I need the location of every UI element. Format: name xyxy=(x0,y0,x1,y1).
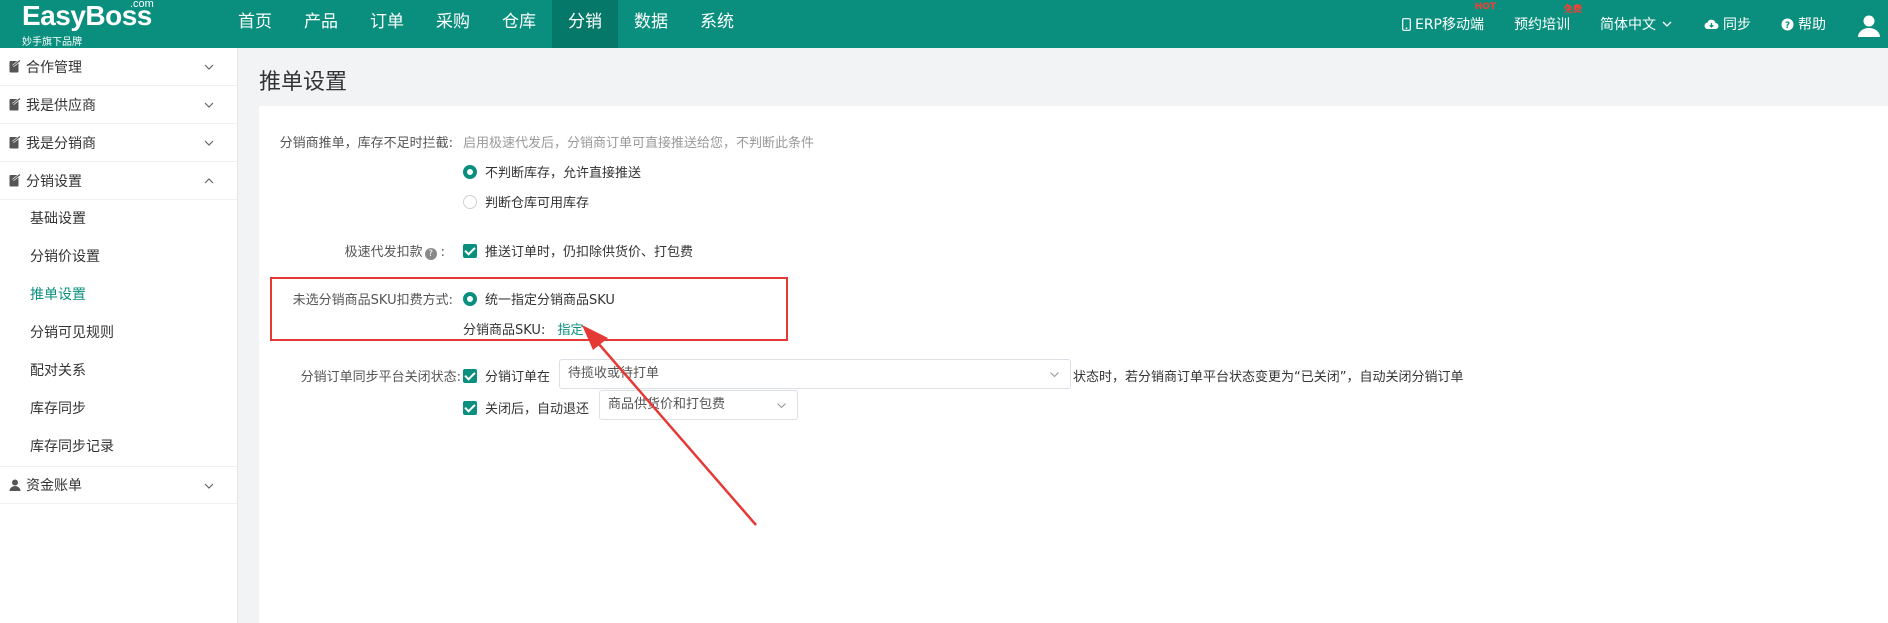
radio-unified-sku[interactable]: 统一指定分销商品SKU xyxy=(463,289,615,308)
main-nav: 首页 产品 订单 采购 仓库 分销 数据 系统 xyxy=(222,0,750,48)
checkbox-deduct-fees[interactable]: 推送订单时，仍扣除供货价、打包费 xyxy=(463,241,693,260)
help-button[interactable]: ? 帮助 xyxy=(1781,14,1826,34)
checkbox-label: 推送订单时，仍扣除供货价、打包费 xyxy=(485,245,694,260)
chevron-down-icon xyxy=(204,483,214,489)
sidebar-group-distributor[interactable]: 我是分销商 xyxy=(0,124,237,162)
fast-dropship-label: 极速代发扣款?: xyxy=(345,241,445,260)
chevron-down-icon xyxy=(1662,21,1672,27)
clipboard-icon xyxy=(8,60,22,74)
nav-data[interactable]: 数据 xyxy=(618,0,684,48)
radio-checked xyxy=(463,291,477,306)
push-interception-hint: 启用极速代发后，分销商订单可直接推送给您，不判断此条件 xyxy=(463,136,815,151)
sync-button[interactable]: 同步 xyxy=(1704,14,1751,34)
sidebar-item-visibility-rules[interactable]: 分销可见规则 xyxy=(0,314,237,352)
help-label: 帮助 xyxy=(1798,17,1826,33)
radio-label: 统一指定分销商品SKU xyxy=(485,293,615,308)
chevron-down-icon xyxy=(204,140,214,146)
clipboard-icon xyxy=(8,98,22,112)
chevron-up-icon xyxy=(204,178,214,184)
checkbox-label: 关闭后，自动退还 xyxy=(485,402,590,417)
language-select[interactable]: 简体中文 xyxy=(1600,14,1674,34)
nav-orders[interactable]: 订单 xyxy=(354,0,420,48)
sidebar-item-basic-settings[interactable]: 基础设置 xyxy=(0,200,237,238)
radio-no-stock-check[interactable]: 不判断库存，允许直接推送 xyxy=(463,162,641,181)
refund-type-value: 商品供货价和打包费 xyxy=(608,397,726,412)
cloud-sync-icon xyxy=(1704,19,1719,30)
radio-check-warehouse-stock[interactable]: 判断仓库可用库存 xyxy=(463,192,589,211)
sidebar-group-label: 我是供应商 xyxy=(26,97,96,114)
page-title: 推单设置 xyxy=(259,70,348,95)
erp-mobile-link[interactable]: ERP移动端 HOT xyxy=(1402,2,1496,34)
radio-label: 不判断库存，允许直接推送 xyxy=(485,166,642,181)
distribution-sku-label: 分销商品SKU: xyxy=(463,323,546,338)
logo-com: .com xyxy=(130,0,154,10)
chevron-down-icon xyxy=(1050,372,1059,378)
sidebar-item-pairing[interactable]: 配对关系 xyxy=(0,352,237,390)
logo-sub: 妙手旗下品牌 xyxy=(22,37,82,48)
free-badge: 免费 xyxy=(1563,5,1582,15)
sidebar-group-label: 分销设置 xyxy=(26,173,82,190)
help-icon: ? xyxy=(1781,18,1794,31)
sync-label: 同步 xyxy=(1723,17,1751,33)
radio-unchecked xyxy=(463,194,477,209)
sidebar-item-stock-sync[interactable]: 库存同步 xyxy=(0,390,237,428)
checkbox-checked xyxy=(463,243,477,258)
checkbox-auto-refund[interactable]: 关闭后，自动退还 xyxy=(463,398,589,417)
nav-products[interactable]: 产品 xyxy=(288,0,354,48)
training-label: 预约培训 xyxy=(1514,17,1570,33)
mobile-icon xyxy=(1402,17,1411,31)
push-interception-label: 分销商推单，库存不足时拦截: xyxy=(279,136,453,151)
chevron-down-icon xyxy=(204,64,214,70)
erp-mobile-label: ERP移动端 xyxy=(1414,17,1484,33)
sidebar: 合作管理 我是供应商 我是分销商 分销设置 基础设置 分销价设置 推单设置 分销… xyxy=(0,48,238,623)
unselected-sku-label: 未选分销商品SKU扣费方式: xyxy=(292,293,453,308)
checkbox-label: 分销订单在 xyxy=(485,370,551,385)
sidebar-group-cooperation[interactable]: 合作管理 xyxy=(0,48,237,86)
user-avatar-icon[interactable] xyxy=(1856,11,1882,37)
nav-purchase[interactable]: 采购 xyxy=(420,0,486,48)
hot-badge: HOT xyxy=(1474,2,1496,12)
checkbox-checked xyxy=(463,368,477,383)
sidebar-group-label: 合作管理 xyxy=(26,59,82,76)
sidebar-group-label: 我是分销商 xyxy=(26,135,96,152)
nav-home[interactable]: 首页 xyxy=(222,0,288,48)
sidebar-item-price-settings[interactable]: 分销价设置 xyxy=(0,238,237,276)
clipboard-icon xyxy=(8,174,22,188)
checkbox-close-when-status[interactable]: 分销订单在 xyxy=(463,366,550,385)
sidebar-item-stock-sync-log[interactable]: 库存同步记录 xyxy=(0,428,237,466)
order-status-value: 待揽收或待打单 xyxy=(568,366,660,381)
language-label: 简体中文 xyxy=(1600,17,1656,33)
fast-dropship-label-text: 极速代发扣款 xyxy=(344,245,423,260)
sidebar-item-push-settings[interactable]: 推单设置 xyxy=(0,276,237,314)
clipboard-icon xyxy=(8,136,22,150)
chevron-down-icon xyxy=(777,403,786,409)
user-icon xyxy=(8,478,22,492)
settings-card xyxy=(259,106,1888,623)
checkbox-checked xyxy=(463,400,477,415)
svg-text:?: ? xyxy=(1785,21,1790,31)
training-link[interactable]: 预约培训 免费 xyxy=(1514,5,1582,34)
close-status-description: 状态时，若分销商订单平台状态变更为“已关闭”，自动关闭分销订单 xyxy=(1073,370,1464,385)
fast-dropship-colon: : xyxy=(440,245,445,260)
chevron-down-icon xyxy=(204,102,214,108)
refund-type-select[interactable]: 商品供货价和打包费 xyxy=(599,390,798,420)
nav-system[interactable]: 系统 xyxy=(684,0,750,48)
sidebar-group-distribution-settings[interactable]: 分销设置 xyxy=(0,162,237,200)
sidebar-group-supplier[interactable]: 我是供应商 xyxy=(0,86,237,124)
nav-distribution[interactable]: 分销 xyxy=(552,0,618,48)
sidebar-group-funds[interactable]: 资金账单 xyxy=(0,466,237,504)
question-icon[interactable]: ? xyxy=(424,248,437,260)
assign-sku-link[interactable]: 指定 xyxy=(557,323,583,338)
radio-label: 判断仓库可用库存 xyxy=(485,196,590,211)
order-status-select[interactable]: 待揽收或待打单 xyxy=(559,359,1071,389)
radio-checked xyxy=(463,164,477,179)
logo[interactable]: EasyBoss .com 妙手旗下品牌 xyxy=(22,0,162,48)
nav-warehouse[interactable]: 仓库 xyxy=(486,0,552,48)
top-right-menu: ERP移动端 HOT 预约培训 免费 简体中文 同步 ? 帮助 xyxy=(1402,0,1888,48)
sidebar-group-label: 资金账单 xyxy=(26,478,82,494)
top-bar: EasyBoss .com 妙手旗下品牌 首页 产品 订单 采购 仓库 分销 数… xyxy=(0,0,1888,48)
close-status-sync-label: 分销订单同步平台关闭状态: xyxy=(300,370,461,385)
distribution-sku-field: 分销商品SKU: 指定 xyxy=(463,319,583,338)
